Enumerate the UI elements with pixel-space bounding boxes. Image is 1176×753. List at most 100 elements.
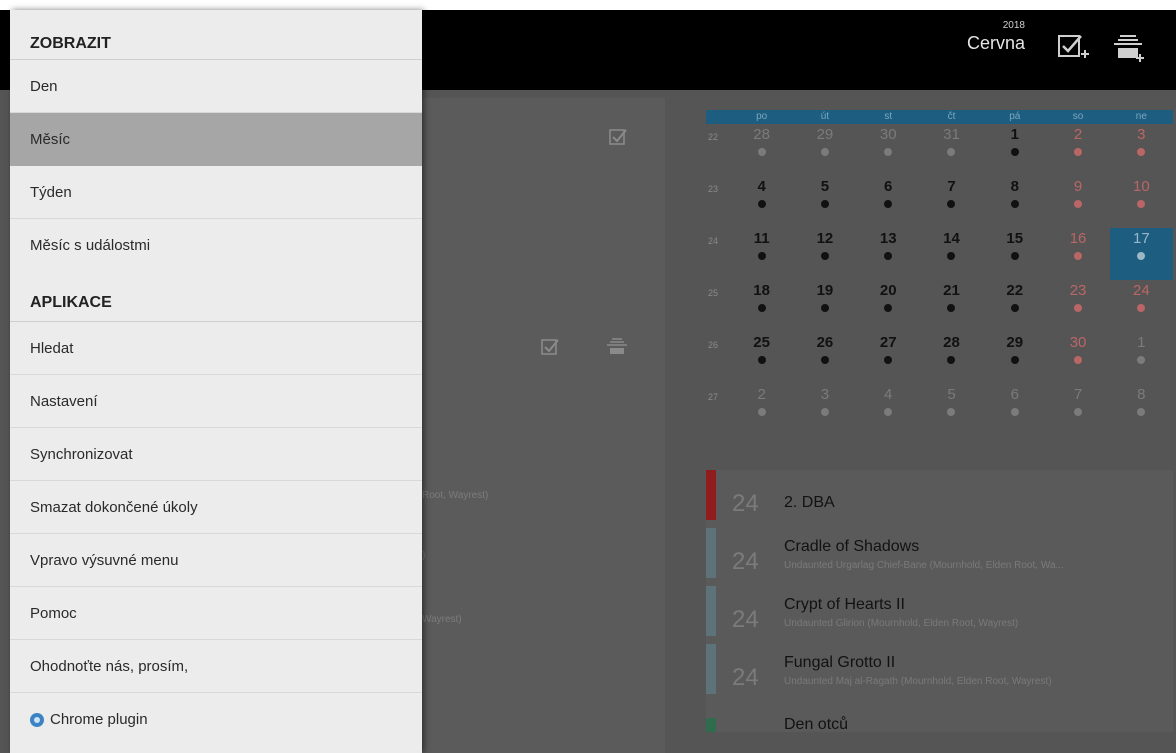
event-title: Crypt of Hearts II — [784, 596, 905, 613]
event-dot — [1137, 304, 1146, 312]
weekday-label: pá — [1009, 111, 1021, 122]
menu-item-settings[interactable]: Nastavení — [10, 375, 422, 428]
event-color-bar — [706, 470, 716, 520]
event-item[interactable]: 24 Cradle of Shadows Undaunted Urgarlag … — [706, 528, 1173, 586]
calendar-day[interactable]: 30 — [1046, 332, 1109, 384]
month-indicator[interactable]: 2018 Cervna — [955, 20, 1025, 54]
menu-item-month[interactable]: Měsíc — [10, 113, 422, 166]
menu-item-sync[interactable]: Synchronizovat — [10, 428, 422, 481]
calendar-day[interactable]: 26 — [793, 332, 856, 384]
event-item[interactable]: 24 Crypt of Hearts II Undaunted Glirion … — [706, 586, 1173, 644]
event-title: Fungal Grotto II — [784, 654, 896, 671]
event-day: 24 — [732, 548, 759, 575]
calendar-day[interactable]: 8 — [983, 176, 1046, 228]
calendar-day[interactable]: 16 — [1046, 228, 1109, 280]
event-dot — [1137, 148, 1146, 156]
weekday-label: čt — [947, 111, 956, 122]
calendar-day[interactable]: 28 — [730, 124, 793, 176]
calendar-day[interactable]: 1 — [1110, 332, 1173, 384]
calendar-day[interactable]: 3 — [793, 384, 856, 436]
event-dot — [884, 356, 893, 364]
month-label: Cervna — [966, 33, 1025, 53]
event-location-peek: ) — [422, 550, 426, 561]
event-subtitle: Undaunted Maj al-Ragath (Mournhold, Elde… — [784, 676, 1052, 687]
event-dot — [1074, 148, 1083, 156]
calendar-day[interactable]: 29 — [983, 332, 1046, 384]
menu-item-label: Chrome plugin — [50, 711, 148, 728]
event-dot — [1010, 148, 1019, 156]
week-number: 27 — [708, 392, 719, 402]
event-day: 24 — [732, 606, 759, 633]
menu-item-rate[interactable]: Ohodnoťte nás, prosím, — [10, 640, 422, 693]
calendar-day[interactable]: 13 — [857, 228, 920, 280]
month-calendar: po út st čt pá so ne 22 28 29 30 31 1 2 … — [706, 110, 1173, 436]
menu-item-right-drawer[interactable]: Vpravo výsuvné menu — [10, 534, 422, 587]
weekday-label: po — [756, 111, 768, 122]
event-dot — [947, 252, 956, 260]
event-dot — [1137, 408, 1146, 416]
calendar-day[interactable]: 4 — [730, 176, 793, 228]
event-item[interactable]: Den otců — [706, 702, 1173, 733]
event-dot — [947, 408, 956, 416]
calendar-day[interactable]: 5 — [920, 384, 983, 436]
calendar-day[interactable]: 24 — [1110, 280, 1173, 332]
event-dot — [1010, 356, 1019, 364]
menu-item-search[interactable]: Hledat — [10, 322, 422, 375]
event-dot — [820, 200, 829, 208]
menu-item-chrome-plugin[interactable]: Chrome plugin — [10, 693, 422, 746]
calendar-day[interactable]: 2 — [730, 384, 793, 436]
navigation-drawer: ZOBRAZIT Den Měsíc Týden Měsíc s událost… — [10, 10, 422, 753]
event-add-icon[interactable] — [1110, 30, 1146, 66]
calendar-day[interactable]: 27 — [857, 332, 920, 384]
calendar-day[interactable]: 22 — [983, 280, 1046, 332]
calendar-day[interactable]: 31 — [920, 124, 983, 176]
menu-item-day[interactable]: Den — [10, 60, 422, 113]
calendar-day[interactable]: 28 — [920, 332, 983, 384]
weekday-label: st — [884, 111, 893, 122]
event-dot — [820, 356, 829, 364]
event-add-icon[interactable] — [605, 336, 629, 360]
calendar-day[interactable]: 10 — [1110, 176, 1173, 228]
calendar-day[interactable]: 7 — [1046, 384, 1109, 436]
weekday-label: út — [820, 111, 830, 122]
calendar-day[interactable]: 8 — [1110, 384, 1173, 436]
calendar-day[interactable]: 19 — [793, 280, 856, 332]
menu-item-help[interactable]: Pomoc — [10, 587, 422, 640]
event-item[interactable]: 24 2. DBA — [706, 470, 1173, 528]
calendar-day[interactable]: 11 — [730, 228, 793, 280]
calendar-day[interactable]: 9 — [1046, 176, 1109, 228]
calendar-day[interactable]: 29 — [793, 124, 856, 176]
calendar-day[interactable]: 20 — [857, 280, 920, 332]
calendar-day[interactable]: 1 — [983, 124, 1046, 176]
calendar-day[interactable]: 2 — [1046, 124, 1109, 176]
task-add-icon[interactable] — [540, 336, 564, 360]
calendar-day[interactable]: 5 — [793, 176, 856, 228]
calendar-day[interactable]: 6 — [983, 384, 1046, 436]
event-dot — [947, 304, 956, 312]
event-item[interactable]: 24 Fungal Grotto II Undaunted Maj al-Rag… — [706, 644, 1173, 702]
calendar-day[interactable]: 3 — [1110, 124, 1173, 176]
calendar-day[interactable]: 12 — [793, 228, 856, 280]
calendar-week-row: 23 4 5 6 7 8 9 10 — [706, 176, 1173, 228]
calendar-day[interactable]: 25 — [730, 332, 793, 384]
event-title: Den otců — [784, 716, 849, 733]
chrome-icon — [30, 712, 44, 727]
menu-item-month-with-events[interactable]: Měsíc s událostmi — [10, 219, 422, 272]
calendar-day[interactable]: 7 — [920, 176, 983, 228]
calendar-day[interactable]: 21 — [920, 280, 983, 332]
calendar-day[interactable]: 18 — [730, 280, 793, 332]
year-label: 2018 — [1002, 20, 1025, 31]
weekday-label: so — [1072, 111, 1084, 122]
calendar-day[interactable]: 6 — [857, 176, 920, 228]
task-add-icon[interactable] — [1055, 30, 1091, 66]
calendar-day[interactable]: 15 — [983, 228, 1046, 280]
calendar-day[interactable]: 4 — [857, 384, 920, 436]
task-add-icon[interactable] — [608, 126, 632, 150]
weekday-header: po út st čt pá so ne — [706, 110, 1173, 124]
calendar-day[interactable]: 30 — [857, 124, 920, 176]
calendar-day[interactable]: 23 — [1046, 280, 1109, 332]
menu-item-week[interactable]: Týden — [10, 166, 422, 219]
calendar-day-today[interactable]: 17 — [1109, 228, 1173, 280]
menu-item-delete-completed[interactable]: Smazat dokončené úkoly — [10, 481, 422, 534]
calendar-day[interactable]: 14 — [920, 228, 983, 280]
